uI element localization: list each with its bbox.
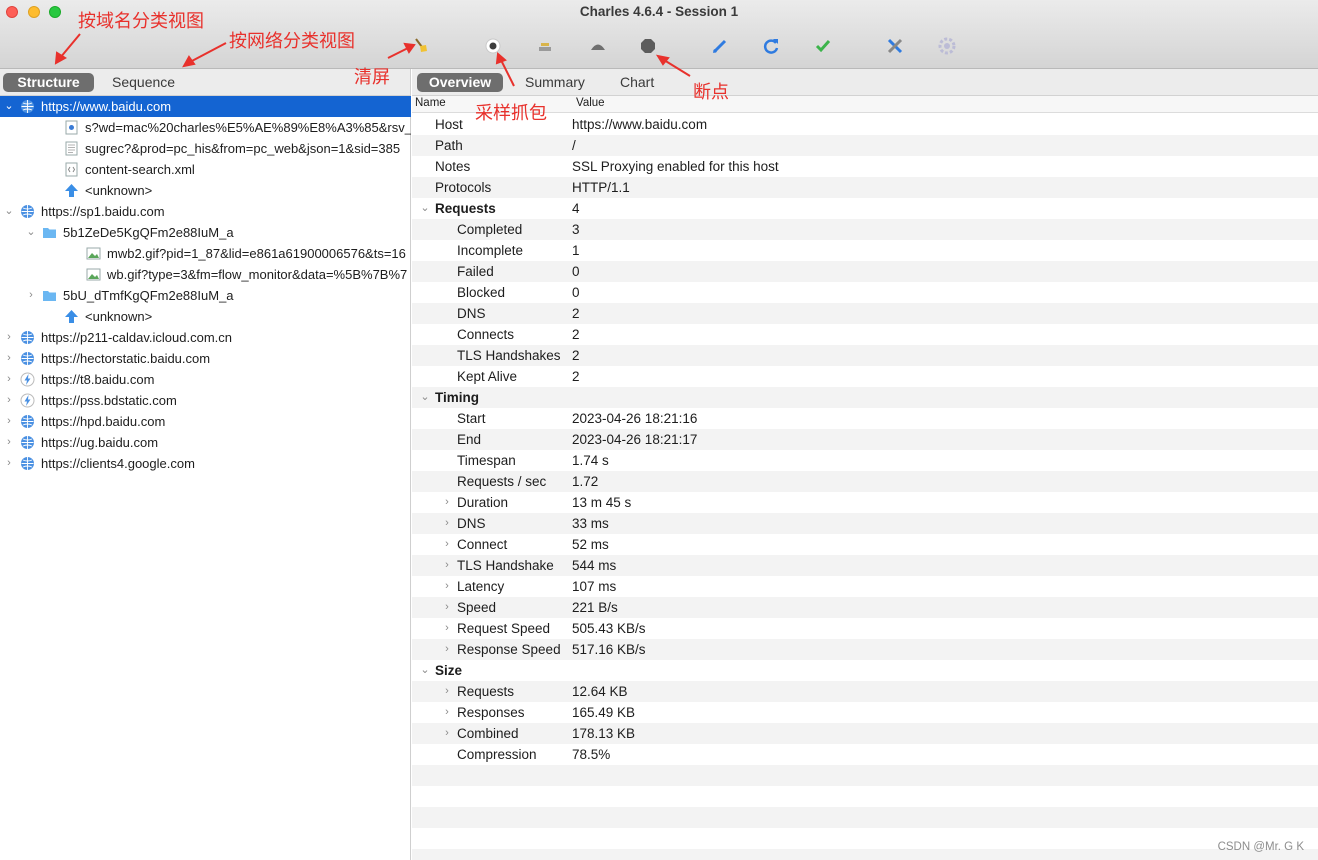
annotation-breakpoint: 断点 — [693, 82, 729, 103]
annotation-arrows — [54, 33, 691, 87]
annotation-network-view: 按网络分类视图 — [229, 31, 355, 52]
watermark: CSDN @Mr. G K — [1217, 841, 1304, 853]
annotation-clear: 清屏 — [354, 67, 390, 88]
annotation-record: 采样抓包 — [475, 103, 547, 124]
annotation-domain-view: 按域名分类视图 — [78, 11, 204, 32]
